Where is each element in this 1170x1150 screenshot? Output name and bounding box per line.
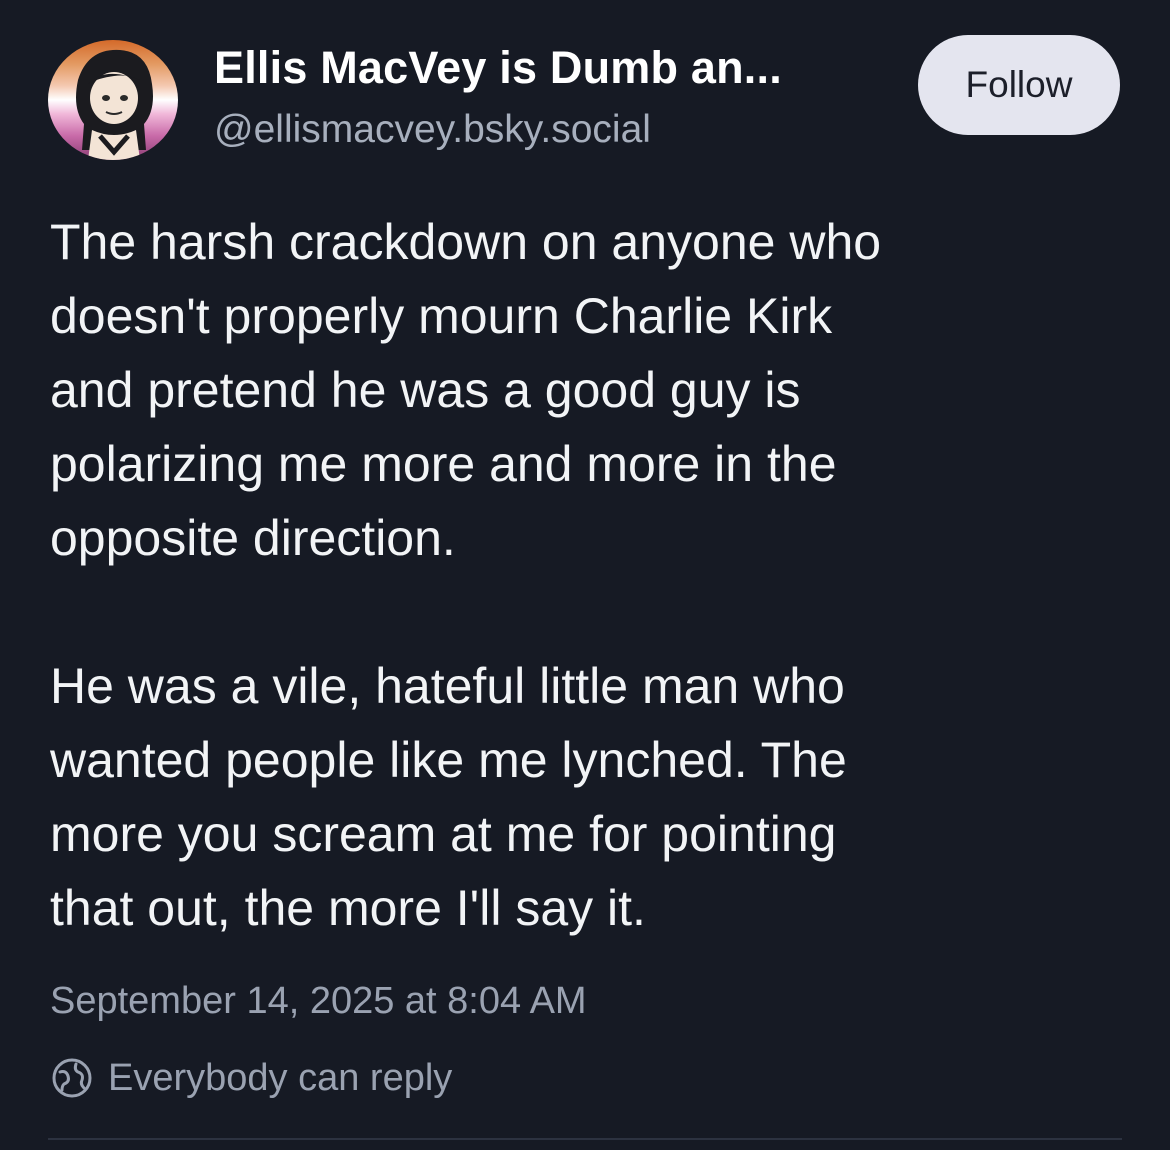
reply-setting: Everybody can reply	[50, 1056, 452, 1100]
avatar[interactable]	[48, 40, 178, 160]
post-text-line: more you scream at me for pointing	[50, 806, 837, 862]
post-text: The harsh crackdown on anyone who doesn'…	[50, 205, 1130, 945]
post-text-line: wanted people like me lynched. The	[50, 732, 847, 788]
post-view: Ellis MacVey is Dumb an... @ellismacvey.…	[0, 0, 1170, 1150]
globe-icon	[50, 1056, 94, 1100]
post-text-line: He was a vile, hateful little man who	[50, 658, 845, 714]
post-timestamp[interactable]: September 14, 2025 at 8:04 AM	[50, 980, 587, 1023]
post-text-line: that out, the more I'll say it.	[50, 880, 646, 936]
author-display-name[interactable]: Ellis MacVey is Dumb an...	[214, 42, 782, 94]
post-text-line: opposite direction.	[50, 510, 456, 566]
post-text-line: doesn't properly mourn Charlie Kirk	[50, 288, 833, 344]
post-text-line: polarizing me more and more in the	[50, 436, 837, 492]
avatar-illustration-icon	[76, 49, 153, 160]
post-text-line: and pretend he was a good guy is	[50, 362, 801, 418]
post-text-line: The harsh crackdown on anyone who	[50, 214, 882, 270]
follow-button[interactable]: Follow	[918, 35, 1120, 135]
reply-setting-label: Everybody can reply	[108, 1056, 453, 1099]
divider	[48, 1138, 1122, 1140]
author-handle[interactable]: @ellismacvey.bsky.social	[214, 108, 651, 152]
